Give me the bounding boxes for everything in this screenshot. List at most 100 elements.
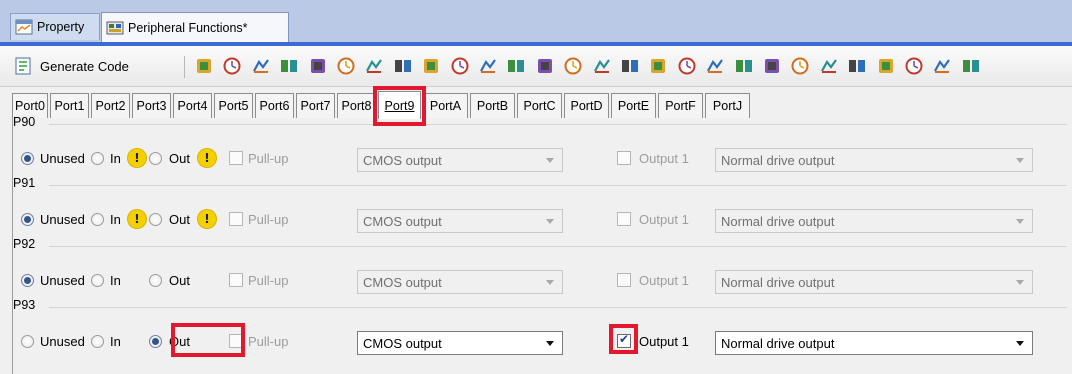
chevron-down-icon: [1016, 341, 1024, 346]
radio-in[interactable]: [91, 274, 104, 287]
radio-out-label: Out: [169, 273, 190, 288]
tab-port1[interactable]: Port1: [50, 93, 89, 118]
drive-select[interactable]: Normal drive output: [715, 331, 1033, 355]
toolbar-separator: [184, 56, 185, 78]
tab-port5[interactable]: Port5: [214, 93, 253, 118]
interrupt-icon[interactable]: [308, 56, 328, 76]
chip-icon[interactable]: [336, 56, 356, 76]
pin-settings-panel: P90 Unused In! Out! Pull-up CMOS output Output…: [12, 115, 1069, 374]
output-type-select[interactable]: CMOS output: [357, 209, 563, 233]
timer-d-icon[interactable]: [563, 56, 583, 76]
radio-unused-label: Unused: [40, 151, 85, 166]
port-icon[interactable]: [222, 56, 242, 76]
tab-portd[interactable]: PortD: [564, 93, 609, 118]
tab-port4[interactable]: Port4: [173, 93, 212, 118]
tab-portf[interactable]: PortF: [658, 93, 703, 118]
dac-icon[interactable]: [904, 56, 924, 76]
pin-group-label-p93: P93: [13, 298, 40, 312]
pullup-checkbox[interactable]: [229, 334, 243, 348]
output-type-select[interactable]: CMOS output: [357, 331, 563, 355]
sci2-icon[interactable]: [734, 56, 754, 76]
radio-unused[interactable]: [21, 335, 34, 348]
pullup-checkbox[interactable]: [229, 212, 243, 226]
tab-porta[interactable]: PortA: [423, 93, 468, 118]
chevron-down-icon: [1016, 280, 1024, 285]
pin-row-p93: Unused In Out Pull-up CMOS output Output 1 Nor…: [13, 323, 1069, 358]
tab-property[interactable]: Property: [10, 13, 100, 40]
output-type-select[interactable]: CMOS output: [357, 270, 563, 294]
radio-in[interactable]: [91, 152, 104, 165]
radio-out-label: Out: [169, 151, 190, 166]
timer-g-icon[interactable]: [648, 56, 668, 76]
radio-unused-label: Unused: [40, 212, 85, 227]
tab-portj[interactable]: PortJ: [705, 93, 750, 118]
radio-unused[interactable]: [21, 213, 34, 226]
chevron-down-icon: [1016, 219, 1024, 224]
radio-unused[interactable]: [21, 274, 34, 287]
tab-peripheral-functions-label: Peripheral Functions*: [128, 20, 248, 35]
pin-config-icon[interactable]: [194, 56, 214, 76]
radio-out[interactable]: [149, 213, 162, 226]
radio-out[interactable]: [149, 274, 162, 287]
dtc-icon[interactable]: [393, 56, 413, 76]
tab-portb[interactable]: PortB: [470, 93, 515, 118]
sci-icon[interactable]: [705, 56, 725, 76]
dma-icon[interactable]: [364, 56, 384, 76]
tab-port7[interactable]: Port7: [296, 93, 335, 118]
adc-icon[interactable]: [847, 56, 867, 76]
output1-checkbox[interactable]: [617, 332, 631, 348]
drive-select[interactable]: Normal drive output: [715, 209, 1033, 233]
tab-port3[interactable]: Port3: [132, 93, 171, 118]
pullup-label: Pull-up: [248, 334, 289, 349]
radio-unused[interactable]: [21, 152, 34, 165]
signal-icon[interactable]: [876, 56, 896, 76]
document-tab-strip: Property Peripheral Functions*: [0, 0, 1072, 46]
radio-unused-label: Unused: [40, 334, 85, 349]
radio-in[interactable]: [91, 213, 104, 226]
tab-port2[interactable]: Port2: [91, 93, 130, 118]
grid-icon[interactable]: [790, 56, 810, 76]
timer-b-icon[interactable]: [506, 56, 526, 76]
timer-a-icon[interactable]: [478, 56, 498, 76]
radio-out[interactable]: [149, 335, 162, 348]
spi-icon[interactable]: [819, 56, 839, 76]
output-type-select[interactable]: CMOS output: [357, 148, 563, 172]
radio-out[interactable]: [149, 152, 162, 165]
output1-label: Output 1: [639, 273, 689, 288]
output1-checkbox[interactable]: [617, 151, 631, 165]
bus-icon[interactable]: [450, 56, 470, 76]
tab-portc[interactable]: PortC: [517, 93, 562, 118]
tab-property-label: Property: [37, 20, 85, 34]
pin-group-line: [49, 185, 1067, 186]
drive-select[interactable]: Normal drive output: [715, 148, 1033, 172]
drive-select[interactable]: Normal drive output: [715, 270, 1033, 294]
radio-in-label: In: [110, 334, 121, 349]
output1-checkbox[interactable]: [617, 273, 631, 287]
link-icon[interactable]: [421, 56, 441, 76]
timer-f-icon[interactable]: [620, 56, 640, 76]
timer-c-icon[interactable]: [535, 56, 555, 76]
pin-row-p92: Unused In Out Pull-up CMOS output Output 1 Nor…: [13, 267, 1069, 297]
generate-code-button[interactable]: Generate Code: [14, 54, 129, 78]
tab-port6[interactable]: Port6: [255, 93, 294, 118]
timer-icon[interactable]: [279, 56, 299, 76]
tab-peripheral-functions[interactable]: Peripheral Functions*: [101, 12, 289, 42]
pullup-checkbox[interactable]: [229, 151, 243, 165]
drive-value: Normal drive output: [721, 274, 835, 290]
pin-group-label-p91: P91: [13, 176, 40, 190]
tab-port8[interactable]: Port8: [337, 93, 376, 118]
tab-porte[interactable]: PortE: [611, 93, 656, 118]
timer-e-icon[interactable]: [592, 56, 612, 76]
counter-icon[interactable]: [932, 56, 952, 76]
pullup-checkbox[interactable]: [229, 273, 243, 287]
peripheral-functions-icon: [106, 21, 124, 34]
pin-group-line: [49, 246, 1067, 247]
radio-in[interactable]: [91, 335, 104, 348]
sort-icon[interactable]: [961, 56, 981, 76]
clock-icon[interactable]: [251, 56, 271, 76]
output-type-value: CMOS output: [363, 213, 442, 229]
output1-checkbox[interactable]: [617, 212, 631, 226]
iic-icon[interactable]: [762, 56, 782, 76]
calendar-icon[interactable]: [677, 56, 697, 76]
tab-port9[interactable]: Port9: [378, 91, 421, 119]
